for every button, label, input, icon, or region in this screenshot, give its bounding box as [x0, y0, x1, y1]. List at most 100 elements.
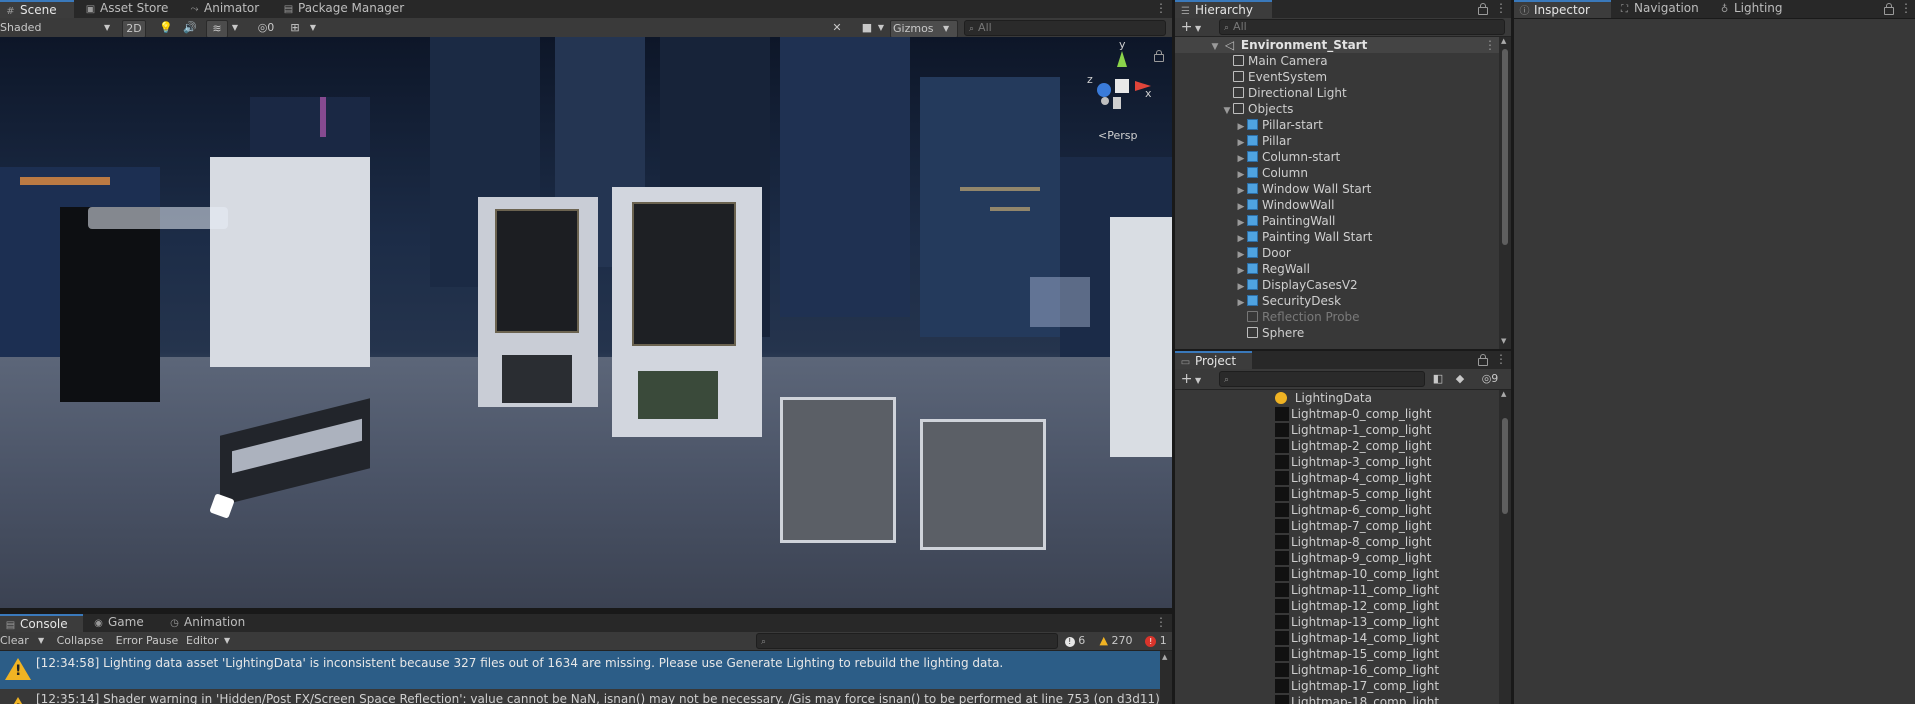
- hierarchy-item-paintingwall[interactable]: ▶ PaintingWall: [1235, 213, 1336, 229]
- camera-dropdown-icon[interactable]: ▼: [876, 20, 886, 36]
- hierarchy-search-input[interactable]: ⌕ All: [1219, 19, 1505, 35]
- hierarchy-item-pillar[interactable]: ▶ Pillar: [1235, 133, 1292, 149]
- hierarchy-menu-icon[interactable]: ⋮: [1495, 1, 1507, 15]
- inspector-lock-icon[interactable]: [1884, 3, 1894, 15]
- project-lock-icon[interactable]: [1478, 354, 1488, 366]
- tab-console[interactable]: ▤ Console: [0, 614, 83, 632]
- project-file-row[interactable]: Lightmap-0_comp_light: [1275, 406, 1431, 422]
- project-file-row[interactable]: Lightmap-13_comp_light: [1275, 614, 1439, 630]
- console-search-input[interactable]: ⌕: [756, 633, 1058, 649]
- folder-row[interactable]: LightingData: [1275, 390, 1372, 406]
- tab-asset-store[interactable]: ▣ Asset Store: [80, 0, 174, 18]
- hierarchy-item-directional-light[interactable]: Directional Light: [1221, 85, 1347, 101]
- tab-package-manager[interactable]: ▤ Package Manager: [278, 0, 410, 18]
- info-count-toggle[interactable]: ! 6: [1062, 633, 1088, 649]
- console-log-entry[interactable]: [12:34:58] Lighting data asset 'Lighting…: [0, 651, 1160, 689]
- project-file-row[interactable]: Lightmap-16_comp_light: [1275, 662, 1439, 678]
- hierarchy-item-windowwall[interactable]: ▶ WindowWall: [1235, 197, 1335, 213]
- scene-menu-icon[interactable]: ⋮: [1155, 1, 1167, 15]
- draw-mode-dropdown[interactable]: Shaded ▼: [0, 20, 116, 36]
- project-file-row[interactable]: Lightmap-18_comp_light: [1275, 694, 1439, 704]
- warning-count-toggle[interactable]: ▲ 270: [1094, 633, 1138, 649]
- scene-search-input[interactable]: ⌕ All: [964, 20, 1166, 36]
- audio-toggle-icon[interactable]: 🔊: [182, 20, 198, 36]
- error-count-toggle[interactable]: ! 1: [1142, 633, 1170, 649]
- project-file-row[interactable]: Lightmap-4_comp_light: [1275, 470, 1431, 486]
- hierarchy-item-securitydesk[interactable]: ▶ SecurityDesk: [1235, 293, 1342, 309]
- expand-arrow-icon[interactable]: ▼: [1221, 103, 1233, 119]
- tab-animation[interactable]: ◷ Animation: [164, 614, 251, 632]
- editor-dropdown[interactable]: Editor ▼: [186, 633, 234, 649]
- project-file-row[interactable]: Lightmap-7_comp_light: [1275, 518, 1431, 534]
- hierarchy-item-eventsystem[interactable]: EventSystem: [1221, 69, 1327, 85]
- project-file-row[interactable]: Lightmap-12_comp_light: [1275, 598, 1439, 614]
- hierarchy-item-pillar-start[interactable]: ▶ Pillar-start: [1235, 117, 1323, 133]
- tab-project[interactable]: ▭ Project: [1175, 351, 1252, 369]
- project-file-row[interactable]: Lightmap-2_comp_light: [1275, 438, 1431, 454]
- project-create-button[interactable]: + ▼: [1177, 371, 1205, 387]
- tab-animator[interactable]: ⤳ Animator: [184, 0, 265, 18]
- hierarchy-item-sphere[interactable]: Sphere: [1235, 325, 1304, 341]
- hierarchy-item-main-camera[interactable]: Main Camera: [1221, 53, 1328, 69]
- tab-navigation[interactable]: ⛶ Navigation: [1614, 0, 1705, 18]
- orientation-gizmo[interactable]: y x z: [1085, 38, 1155, 129]
- error-pause-button[interactable]: Error Pause: [112, 633, 182, 649]
- scene-menu-icon[interactable]: ⋮: [1484, 37, 1496, 53]
- hidden-objects-toggle[interactable]: ◎0: [250, 20, 282, 36]
- hierarchy-item-door[interactable]: ▶ Door: [1235, 245, 1291, 261]
- console-menu-icon[interactable]: ⋮: [1155, 615, 1167, 629]
- hierarchy-lock-icon[interactable]: [1478, 3, 1488, 15]
- search-by-type-icon[interactable]: ◧: [1429, 371, 1447, 387]
- grid-dropdown-icon[interactable]: ▼: [308, 20, 318, 36]
- collapse-button[interactable]: Collapse: [52, 633, 108, 649]
- inspector-menu-icon[interactable]: ⋮: [1900, 1, 1912, 15]
- project-file-row[interactable]: Lightmap-11_comp_light: [1275, 582, 1439, 598]
- project-file-row[interactable]: Lightmap-10_comp_light: [1275, 566, 1439, 582]
- hierarchy-item-column-start[interactable]: ▶ Column-start: [1235, 149, 1341, 165]
- effects-dropdown-icon[interactable]: ▼: [230, 20, 240, 36]
- gizmo-axis-z[interactable]: [1097, 83, 1111, 97]
- hierarchy-scrollbar[interactable]: ▲ ▼: [1499, 37, 1511, 349]
- perspective-label[interactable]: <Persp: [1098, 129, 1137, 142]
- tools-icon[interactable]: ✕: [828, 20, 846, 36]
- scene-root-row[interactable]: ▼ ◁ Environment_Start ⋮: [1175, 37, 1499, 53]
- hierarchy-item-reflection-probe[interactable]: Reflection Probe: [1235, 309, 1360, 325]
- hierarchy-item-displaycasesv2[interactable]: ▶ DisplayCasesV2: [1235, 277, 1358, 293]
- project-file-row[interactable]: Lightmap-6_comp_light: [1275, 502, 1431, 518]
- tab-game[interactable]: ◉ Game: [88, 614, 150, 632]
- camera-icon[interactable]: ■: [858, 20, 876, 36]
- toggle-2d-button[interactable]: 2D: [122, 20, 146, 38]
- hierarchy-item-column[interactable]: ▶ Column: [1235, 165, 1308, 181]
- project-file-row[interactable]: Lightmap-1_comp_light: [1275, 422, 1431, 438]
- gizmo-lock-icon[interactable]: [1154, 50, 1164, 62]
- expand-arrow-icon[interactable]: ▼: [1209, 39, 1221, 55]
- project-file-row[interactable]: Lightmap-8_comp_light: [1275, 534, 1431, 550]
- gizmo-axis-y[interactable]: [1117, 51, 1127, 67]
- project-menu-icon[interactable]: ⋮: [1495, 352, 1507, 366]
- create-button[interactable]: + ▼: [1177, 19, 1205, 35]
- project-file-row[interactable]: Lightmap-14_comp_light: [1275, 630, 1439, 646]
- project-file-row[interactable]: Lightmap-9_comp_light: [1275, 550, 1431, 566]
- tab-hierarchy[interactable]: ☰ Hierarchy: [1175, 0, 1272, 18]
- console-scrollbar[interactable]: ▲: [1160, 651, 1172, 704]
- hierarchy-item-window-wall-start[interactable]: ▶ Window Wall Start: [1235, 181, 1372, 197]
- scene-viewport[interactable]: y x z <Persp: [0, 37, 1172, 608]
- project-file-row[interactable]: Lightmap-17_comp_light: [1275, 678, 1439, 694]
- clear-button[interactable]: Clear ▼: [0, 633, 48, 649]
- project-search-input[interactable]: ⌕: [1219, 371, 1425, 387]
- hierarchy-item-painting-wall-start[interactable]: ▶ Painting Wall Start: [1235, 229, 1373, 245]
- search-by-label-icon[interactable]: ◆: [1451, 371, 1469, 387]
- tab-scene[interactable]: # Scene: [0, 0, 74, 18]
- grid-snap-icon[interactable]: ⊞: [286, 20, 304, 36]
- gizmos-dropdown[interactable]: Gizmos ▼: [890, 20, 958, 38]
- lighting-toggle-icon[interactable]: 💡: [158, 20, 174, 36]
- project-file-row[interactable]: Lightmap-5_comp_light: [1275, 486, 1431, 502]
- hierarchy-item-regwall[interactable]: ▶ RegWall: [1235, 261, 1310, 277]
- console-log-entry[interactable]: [12:35:14] Shader warning in 'Hidden/Pos…: [0, 689, 1160, 704]
- project-scrollbar[interactable]: ▲: [1499, 390, 1511, 704]
- tab-inspector[interactable]: ⓘ Inspector: [1514, 0, 1611, 18]
- hidden-packages-toggle[interactable]: ◎9: [1473, 371, 1507, 387]
- project-file-row[interactable]: Lightmap-15_comp_light: [1275, 646, 1439, 662]
- project-file-row[interactable]: Lightmap-3_comp_light: [1275, 454, 1431, 470]
- gizmo-center-cube[interactable]: [1115, 79, 1129, 93]
